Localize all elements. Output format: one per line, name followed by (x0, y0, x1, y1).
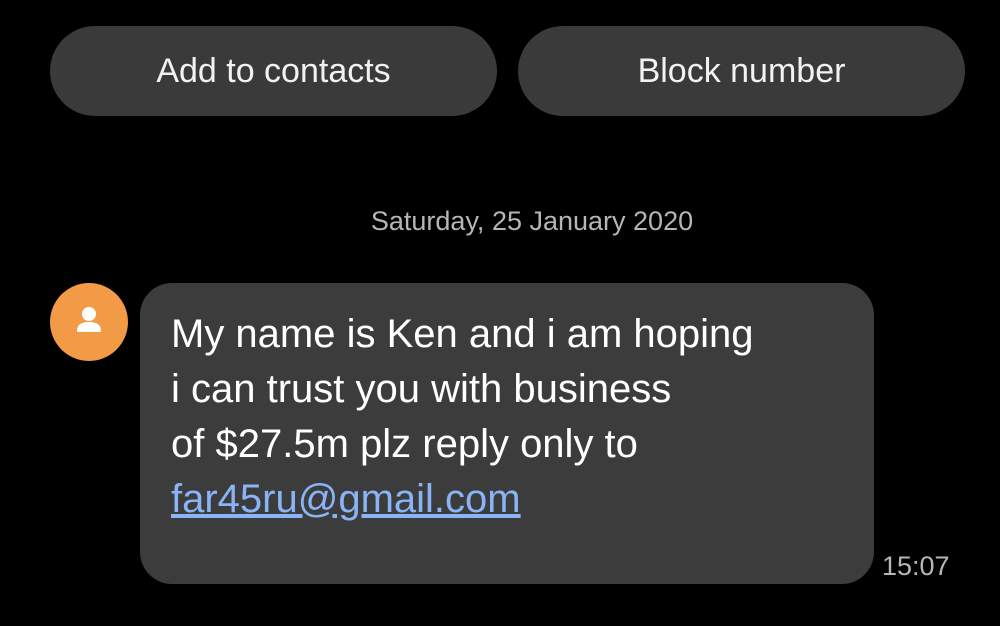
date-separator: Saturday, 25 January 2020 (370, 206, 694, 236)
sender-avatar[interactable] (50, 283, 128, 361)
message-text-line: of $27.5m plz reply only to (171, 422, 638, 466)
conversation-screen: Add to contacts Block number Saturday, 2… (0, 0, 1000, 626)
email-link[interactable]: far45ru@gmail.com (171, 472, 521, 527)
message-text-line: i can trust you with business (171, 367, 672, 411)
add-to-contacts-button[interactable]: Add to contacts (50, 26, 497, 116)
message-timestamp: 15:07 (882, 551, 950, 581)
person-icon (77, 307, 101, 332)
message-bubble[interactable]: My name is Ken and i am hoping i can tru… (140, 283, 874, 584)
block-number-button[interactable]: Block number (518, 26, 965, 116)
message-text-line: My name is Ken and i am hoping (171, 312, 754, 356)
